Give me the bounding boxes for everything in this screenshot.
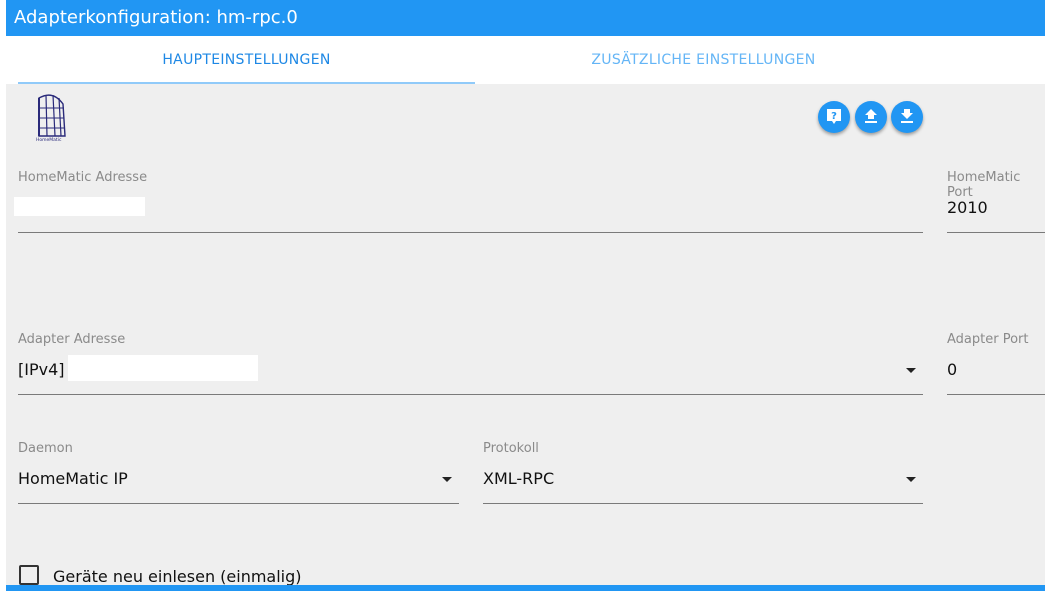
tab-bar: HAUPTEINSTELLUNGEN ZUSÄTZLICHE EINSTELLU… (18, 36, 1045, 84)
daemon-label: Daemon (18, 441, 73, 456)
adapter-address-prefix: [IPv4] (18, 360, 65, 379)
adapter-address-underline (18, 394, 923, 395)
tab-main-settings[interactable]: HAUPTEINSTELLUNGEN (18, 36, 475, 84)
adapter-address-dropdown-icon[interactable] (906, 368, 916, 373)
adapter-port-input[interactable]: 0 (947, 360, 957, 379)
protocol-underline (483, 503, 923, 504)
adapter-address-select[interactable] (68, 355, 258, 381)
daemon-select[interactable]: HomeMatic IP (18, 469, 128, 488)
adapter-port-underline (947, 394, 1045, 395)
homematic-port-underline (947, 232, 1045, 233)
svg-text:HomeMatic: HomeMatic (36, 137, 62, 142)
footer-bar (6, 585, 1045, 591)
homematic-address-label: HomeMatic Adresse (18, 170, 148, 185)
window-title: Adapterkonfiguration: hm-rpc.0 (14, 7, 298, 28)
adapter-address-label: Adapter Adresse (18, 332, 126, 347)
homematic-address-underline (18, 232, 923, 233)
protocol-select[interactable]: XML-RPC (483, 469, 554, 488)
reload-devices-label: Geräte neu einlesen (einmalig) (53, 567, 302, 586)
reload-devices-checkbox[interactable] (19, 565, 39, 585)
help-icon: ? (827, 109, 841, 124)
protocol-label: Protokoll (483, 441, 539, 456)
download-button[interactable] (891, 101, 923, 133)
homematic-address-input[interactable] (14, 197, 145, 216)
download-icon (901, 109, 913, 123)
protocol-dropdown-icon[interactable] (906, 477, 916, 482)
daemon-dropdown-icon[interactable] (442, 477, 452, 482)
tab-additional-settings[interactable]: ZUSÄTZLICHE EINSTELLUNGEN (475, 36, 932, 84)
daemon-underline (18, 503, 459, 504)
settings-panel: HomeMatic ? HomeMatic Adresse HomeMatic … (6, 84, 1045, 586)
adapter-port-label: Adapter Port (947, 332, 1029, 347)
homematic-logo: HomeMatic (36, 94, 66, 142)
homematic-port-label: HomeMatic Port (947, 170, 1021, 200)
svg-text:?: ? (831, 111, 837, 122)
window-title-bar: Adapterkonfiguration: hm-rpc.0 (6, 0, 1045, 36)
upload-icon (865, 109, 877, 123)
upload-button[interactable] (855, 101, 887, 133)
homematic-port-input[interactable]: 2010 (947, 198, 988, 217)
help-button[interactable]: ? (818, 101, 850, 133)
